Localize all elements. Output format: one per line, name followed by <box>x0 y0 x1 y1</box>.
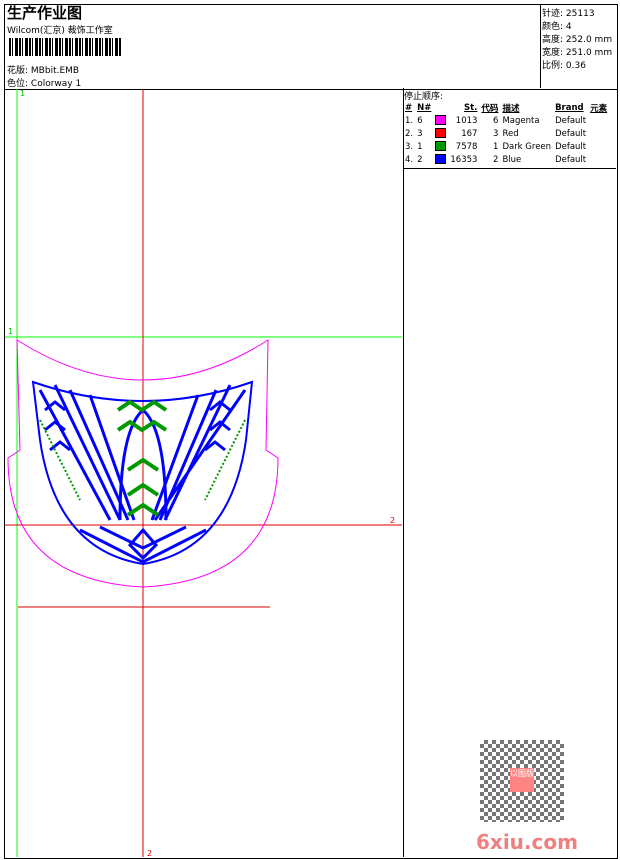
design-preview: 1 1 2 2 <box>5 89 402 858</box>
guide-label: 1 <box>8 327 13 336</box>
watermark: 以图版 <box>480 740 564 822</box>
guide-label: 2 <box>390 516 395 525</box>
production-worksheet: 生产作业图 Wilcom(汇京) 裁饰工作室 花版: MBbit.EMB 色位:… <box>0 0 620 860</box>
watermark-text: 6xiu.com <box>476 830 578 854</box>
guide-label: 2 <box>147 849 152 858</box>
guide-label: 1 <box>20 89 25 98</box>
qr-stamp: 以图版 <box>510 768 534 792</box>
